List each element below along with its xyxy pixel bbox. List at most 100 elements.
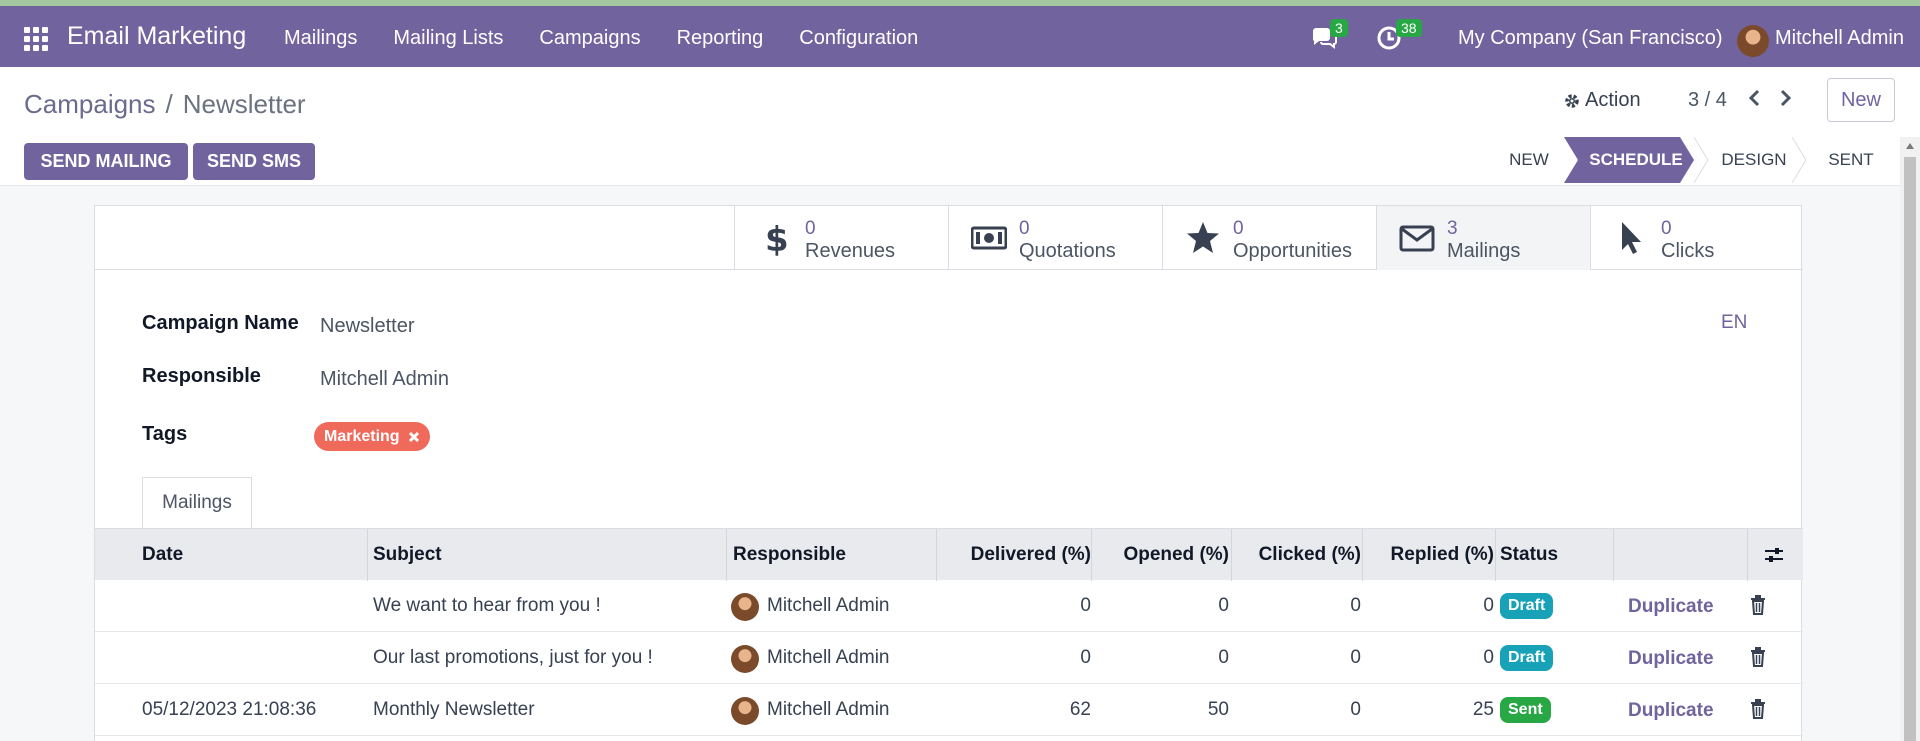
- stat-mailings[interactable]: 3 Mailings: [1376, 206, 1590, 270]
- action-menu-button[interactable]: Action: [1563, 89, 1641, 112]
- stat-opportunities[interactable]: 0 Opportunities: [1162, 206, 1376, 270]
- trash-icon[interactable]: [1750, 647, 1766, 667]
- table-row[interactable]: Our last promotions, just for you ! Mitc…: [95, 632, 1803, 684]
- scrollbar-thumb[interactable]: [1904, 157, 1916, 741]
- chevron-left-icon: [1748, 89, 1760, 107]
- row-opened: 0: [1218, 647, 1229, 668]
- column-divider: [1613, 529, 1614, 581]
- row-delivered: 0: [1080, 595, 1091, 616]
- stat-mailings-value: 3: [1447, 218, 1458, 239]
- table-row[interactable]: 05/12/2023 21:08:36 Monthly Newsletter M…: [95, 684, 1803, 736]
- trash-icon[interactable]: [1750, 595, 1766, 615]
- pager-next-button[interactable]: [1779, 88, 1793, 114]
- tab-mailings[interactable]: Mailings: [142, 477, 252, 529]
- tags-label: Tags: [142, 423, 188, 445]
- column-divider: [726, 529, 727, 581]
- language-button[interactable]: EN: [1721, 312, 1747, 334]
- column-divider: [1091, 529, 1092, 581]
- messages-button[interactable]: 3: [1310, 19, 1348, 55]
- envelope-icon: [1399, 225, 1435, 252]
- duplicate-button[interactable]: Duplicate: [1628, 700, 1714, 722]
- status-badge: Sent: [1500, 697, 1551, 723]
- stat-revenues[interactable]: $ 0 Revenues: [734, 206, 948, 270]
- row-responsible: Mitchell Admin: [767, 595, 890, 616]
- app-title[interactable]: Email Marketing: [67, 22, 246, 51]
- user-avatar[interactable]: [1737, 25, 1769, 57]
- stat-revenues-label: Revenues: [805, 240, 896, 262]
- col-date[interactable]: Date: [142, 544, 183, 566]
- row-clicked: 0: [1350, 647, 1361, 668]
- column-divider: [1231, 529, 1232, 581]
- menu-configuration[interactable]: Configuration: [799, 27, 918, 50]
- col-responsible[interactable]: Responsible: [733, 544, 846, 566]
- responsible-field[interactable]: Mitchell Admin: [320, 368, 449, 391]
- breadcrumb-campaigns-link[interactable]: Campaigns: [24, 89, 156, 119]
- money-bill-icon: [971, 226, 1007, 250]
- svg-text:$: $: [765, 220, 789, 256]
- stat-opportunities-label: Opportunities: [1233, 240, 1352, 262]
- stat-quotations-label: Quotations: [1019, 240, 1116, 262]
- tag-marketing: Marketing: [314, 422, 430, 451]
- new-record-button[interactable]: New: [1827, 78, 1895, 122]
- responsible-label: Responsible: [142, 365, 261, 387]
- row-opened: 0: [1218, 595, 1229, 616]
- activities-button[interactable]: 38: [1376, 19, 1422, 55]
- column-divider: [1747, 529, 1748, 581]
- stat-clicks-label: Clicks: [1661, 240, 1715, 262]
- stat-opportunities-value: 0: [1233, 218, 1244, 239]
- scroll-up-arrow-icon[interactable]: [1905, 142, 1915, 150]
- menu-reporting[interactable]: Reporting: [677, 27, 764, 50]
- cursor-icon: [1622, 222, 1641, 254]
- send-mailing-button[interactable]: SEND MAILING: [24, 143, 188, 180]
- column-divider: [1362, 529, 1363, 581]
- avatar: [731, 645, 759, 673]
- duplicate-button[interactable]: Duplicate: [1628, 648, 1714, 670]
- row-responsible: Mitchell Admin: [767, 699, 890, 720]
- trash-icon[interactable]: [1750, 699, 1766, 719]
- company-switcher[interactable]: My Company (San Francisco): [1458, 27, 1723, 50]
- column-divider: [936, 529, 937, 581]
- dollar-icon: $: [765, 220, 789, 256]
- table-header: Date Subject Responsible Delivered (%) O…: [95, 528, 1803, 581]
- row-clicked: 0: [1350, 699, 1361, 720]
- avatar: [731, 593, 759, 621]
- menu-mailings[interactable]: Mailings: [284, 27, 357, 50]
- col-subject[interactable]: Subject: [373, 544, 442, 566]
- campaign-name-field[interactable]: Newsletter: [320, 315, 414, 338]
- col-clicked[interactable]: Clicked (%): [1237, 544, 1361, 566]
- stat-revenues-value: 0: [805, 218, 816, 239]
- send-sms-button[interactable]: SEND SMS: [193, 143, 315, 180]
- column-divider: [1495, 529, 1496, 581]
- stat-quotations[interactable]: 0 Quotations: [948, 206, 1162, 270]
- stat-clicks-value: 0: [1661, 218, 1672, 239]
- duplicate-button[interactable]: Duplicate: [1628, 596, 1714, 618]
- optional-columns-icon[interactable]: [1764, 547, 1784, 563]
- form-sheet: $ 0 Revenues 0 Quotations 0 Opportunitie…: [94, 205, 1804, 741]
- systray: 3 38: [1310, 19, 1434, 60]
- row-opened: 50: [1207, 699, 1229, 720]
- status-badge: Draft: [1500, 645, 1554, 671]
- stat-quotations-value: 0: [1019, 218, 1030, 239]
- main-navbar: Email Marketing Mailings Mailing Lists C…: [0, 6, 1920, 67]
- scrollbar[interactable]: [1900, 137, 1920, 741]
- status-step-sent[interactable]: SENT: [1806, 137, 1896, 182]
- chevron-right-icon: [1780, 89, 1792, 107]
- user-menu[interactable]: Mitchell Admin: [1775, 27, 1904, 50]
- col-opened[interactable]: Opened (%): [1097, 544, 1229, 566]
- status-step-new[interactable]: NEW: [1494, 137, 1564, 182]
- apps-grid-icon[interactable]: [24, 27, 48, 51]
- pager-previous-button[interactable]: [1747, 88, 1761, 114]
- stat-clicks[interactable]: 0 Clicks: [1590, 206, 1804, 270]
- pager-value[interactable]: 3 / 4: [1688, 89, 1727, 112]
- menu-campaigns[interactable]: Campaigns: [539, 27, 640, 50]
- status-step-schedule[interactable]: SCHEDULE: [1578, 137, 1694, 182]
- status-step-design[interactable]: DESIGN: [1708, 137, 1800, 182]
- close-icon[interactable]: [408, 431, 420, 443]
- col-delivered[interactable]: Delivered (%): [943, 544, 1091, 566]
- table-row[interactable]: We want to hear from you ! Mitchell Admi…: [95, 580, 1803, 632]
- avatar: [731, 697, 759, 725]
- col-status[interactable]: Status: [1500, 544, 1558, 566]
- col-replied[interactable]: Replied (%): [1367, 544, 1494, 566]
- menu-mailing-lists[interactable]: Mailing Lists: [393, 27, 503, 50]
- status-badge: Draft: [1500, 593, 1554, 619]
